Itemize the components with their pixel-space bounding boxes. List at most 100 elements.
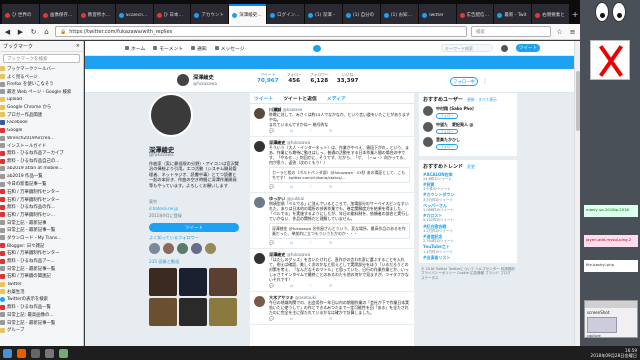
screenshot-window[interactable]: screenShot capture bbox=[584, 300, 638, 338]
bookmark-item[interactable]: 今日の新着記事一覧 bbox=[0, 180, 83, 188]
tweet[interactable]: 大木アサツキ @asatsuki 今日の地域的関での、出会用作一年日以内の期間作業… bbox=[250, 292, 414, 325]
bookmark-item[interactable]: ダウンロード - My Trans... bbox=[0, 234, 83, 242]
browser-tab[interactable]: アカウント bbox=[191, 4, 229, 24]
media-thumb[interactable] bbox=[179, 268, 207, 296]
media-thumb[interactable] bbox=[179, 298, 207, 326]
avatar[interactable] bbox=[501, 44, 508, 52]
bookmark-item[interactable]: 日常上記 - 最新記事 bbox=[0, 219, 83, 227]
retweet-icon[interactable]: ⇄ bbox=[290, 128, 293, 133]
follow-button[interactable]: フォロー bbox=[436, 144, 458, 150]
profile-stat[interactable]: ツイート 70,967 bbox=[257, 72, 279, 84]
trend-item[interactable]: #出演者リスト bbox=[423, 255, 513, 260]
bookmark-item[interactable]: 石和 / 万華鏡制作センター bbox=[0, 250, 83, 258]
media-thumb[interactable] bbox=[209, 298, 237, 326]
suggested-user-name[interactable]: 中道た 愛記発人 @ bbox=[436, 122, 473, 128]
avatar[interactable] bbox=[254, 253, 265, 264]
profile-link[interactable]: d.hatena.ne.jp bbox=[149, 206, 178, 211]
desktop-note[interactable]: manly up.2018ip.2016 bbox=[584, 205, 638, 217]
tab-media[interactable]: メディア bbox=[327, 95, 346, 102]
suggested-user-name[interactable]: 中村翔 (Sako Pho) bbox=[436, 106, 474, 112]
media-thumb[interactable] bbox=[209, 268, 237, 296]
bookmark-item[interactable]: グループ bbox=[0, 326, 83, 334]
profile-stat[interactable]: フォロー 456 bbox=[287, 72, 302, 84]
menu-icon[interactable]: ≡ bbox=[568, 27, 577, 36]
terminal-icon[interactable] bbox=[31, 348, 40, 358]
follow-button[interactable]: フォロー bbox=[436, 128, 458, 134]
bookmark-item[interactable]: 無料 - ひるね作品の作... bbox=[0, 203, 83, 211]
avatar[interactable] bbox=[149, 93, 193, 137]
avatar[interactable] bbox=[205, 243, 216, 254]
bookmark-item[interactable]: Google Chrome から bbox=[0, 103, 83, 111]
bookmark-item[interactable]: ab2019 atlan at mobile... bbox=[0, 165, 83, 173]
refresh-link[interactable]: · 更新 · すべて表示 bbox=[465, 97, 497, 102]
avatar[interactable] bbox=[254, 296, 265, 307]
avatar[interactable] bbox=[254, 141, 265, 152]
avatar[interactable] bbox=[177, 243, 188, 254]
avatar[interactable] bbox=[254, 197, 265, 208]
nav-messages[interactable]: メッセージ bbox=[214, 45, 245, 52]
bookmarks-icon[interactable]: ☆ bbox=[555, 27, 564, 36]
tweet-to-button[interactable]: ツイート bbox=[149, 223, 239, 232]
share-icon[interactable]: ✉ bbox=[329, 316, 332, 321]
bookmark-item[interactable]: 石和 / 万華鏡制作センター bbox=[0, 188, 83, 196]
reload-icon[interactable]: ↻ bbox=[29, 27, 38, 36]
tab-tweets-replies[interactable]: ツイートと返信 bbox=[283, 95, 317, 102]
trend-item[interactable]: #ACALON佐幸 24,6件のツイート bbox=[423, 172, 513, 182]
tab-tweets[interactable]: ツイート bbox=[254, 95, 273, 102]
bookmark-item[interactable]: ブックマークツールバー bbox=[0, 65, 83, 73]
browser-search-input[interactable]: 検索 bbox=[471, 26, 551, 37]
browser-tab[interactable]: 最新 - Twit bbox=[494, 4, 532, 24]
media-thumb[interactable] bbox=[149, 298, 177, 326]
files-icon[interactable] bbox=[45, 348, 54, 358]
browser-tab[interactable]: 広告配信 - Go bbox=[456, 4, 494, 24]
trend-item[interactable]: #カロスト 5,102件のツイート bbox=[423, 213, 513, 223]
like-icon[interactable]: ♡ bbox=[309, 184, 313, 189]
following-button[interactable]: フォロー中 bbox=[450, 77, 478, 86]
bookmark-item[interactable]: 石和 / 万華鏡制作センター bbox=[0, 196, 83, 204]
desktop-note[interactable]: jayeri-add-mysql-plng.2 bbox=[584, 235, 638, 247]
home-icon[interactable]: ⌂ bbox=[42, 27, 51, 36]
new-tab-button[interactable]: + bbox=[570, 4, 580, 24]
change-trends-link[interactable]: · 変更 bbox=[465, 164, 475, 169]
twitter-bird-icon[interactable] bbox=[312, 44, 321, 52]
followers-you-know-link[interactable]: よく知っているフォロワー bbox=[149, 235, 199, 241]
browser-tab[interactable]: 画像保存 - Go bbox=[39, 4, 77, 24]
share-icon[interactable]: ✉ bbox=[329, 128, 332, 133]
media-thumb[interactable] bbox=[149, 268, 177, 296]
avatar[interactable] bbox=[176, 73, 190, 87]
browser-tab[interactable]: ひ 日本の有名 bbox=[153, 4, 191, 24]
bookmark-item[interactable]: ab2019 作品一覧 bbox=[0, 173, 83, 181]
twitter-search-input[interactable]: キーワード検索 bbox=[441, 44, 493, 52]
browser-tab[interactable]: Twitter bbox=[418, 4, 456, 24]
share-icon[interactable]: ✉ bbox=[329, 283, 332, 288]
bookmark-item[interactable]: 無料 - ひるね作品アー... bbox=[0, 257, 83, 265]
quoted-tweet[interactable]: カーラと相の（ボルトパンダ部）@fukazawa · 53秒 あの場面として、こ… bbox=[269, 167, 410, 183]
follow-button[interactable]: フォロー bbox=[436, 113, 458, 119]
retweet-icon[interactable]: ⇄ bbox=[290, 283, 293, 288]
bookmark-item[interactable]: 日常上記: 最高画像の... bbox=[0, 311, 83, 319]
browser-tab[interactable]: ログイン | Twitter bbox=[267, 4, 304, 24]
trend-item[interactable]: #追信記念 2,304件のツイート bbox=[423, 234, 513, 244]
browser-tab[interactable]: (1) 深澤 - bbox=[305, 4, 342, 24]
tweet[interactable]: 深澤綾史 @fukazawa そういう（大人・インターネット）は、作業がやべえ、値… bbox=[250, 137, 414, 193]
url-bar[interactable]: 🔒 https://twitter.com/fukazawa/with_repl… bbox=[55, 26, 467, 37]
reply-icon[interactable]: 💬 bbox=[269, 316, 274, 321]
bookmark-item[interactable]: 無料 - ひるね作品アーカイブ bbox=[0, 150, 83, 158]
share-icon[interactable]: ✉ bbox=[329, 240, 332, 245]
nav-moments[interactable]: モーメント bbox=[153, 45, 183, 52]
reply-icon[interactable]: 💬 bbox=[269, 128, 274, 133]
tweet[interactable]: 川瀬誠 @kawase 昨晩に対して、みさくは約15人でなかなか、という言い道をい… bbox=[250, 104, 414, 137]
bookmark-item[interactable]: ブロガー作品関連 bbox=[0, 111, 83, 119]
firefox-icon[interactable] bbox=[17, 348, 26, 358]
bookmark-item[interactable]: 最近 Web ページ - Google 検索 bbox=[0, 88, 83, 96]
trend-item[interactable]: ペッパーさん 1,088件のツイート bbox=[423, 203, 513, 213]
nav-notifications[interactable]: 通知 bbox=[191, 45, 207, 52]
trend-item[interactable]: #カウントダウン 3,3万件のツイート bbox=[423, 192, 513, 202]
window-titlebar[interactable] bbox=[585, 301, 637, 308]
retweet-icon[interactable]: ⇄ bbox=[290, 316, 293, 321]
browser-tab[interactable]: ひ 世界の bbox=[2, 4, 39, 24]
desktop-note[interactable]: file-bashyl.php bbox=[584, 260, 638, 272]
quoted-tweet[interactable]: 深澤綾史 @fukazawa 名作屋さんとういう、変な場所、最高作品のあるを作業… bbox=[269, 223, 410, 239]
bookmark-item[interactable]: 日常上記 - 最新記事一覧 bbox=[0, 226, 83, 234]
reply-icon[interactable]: 💬 bbox=[269, 240, 274, 245]
